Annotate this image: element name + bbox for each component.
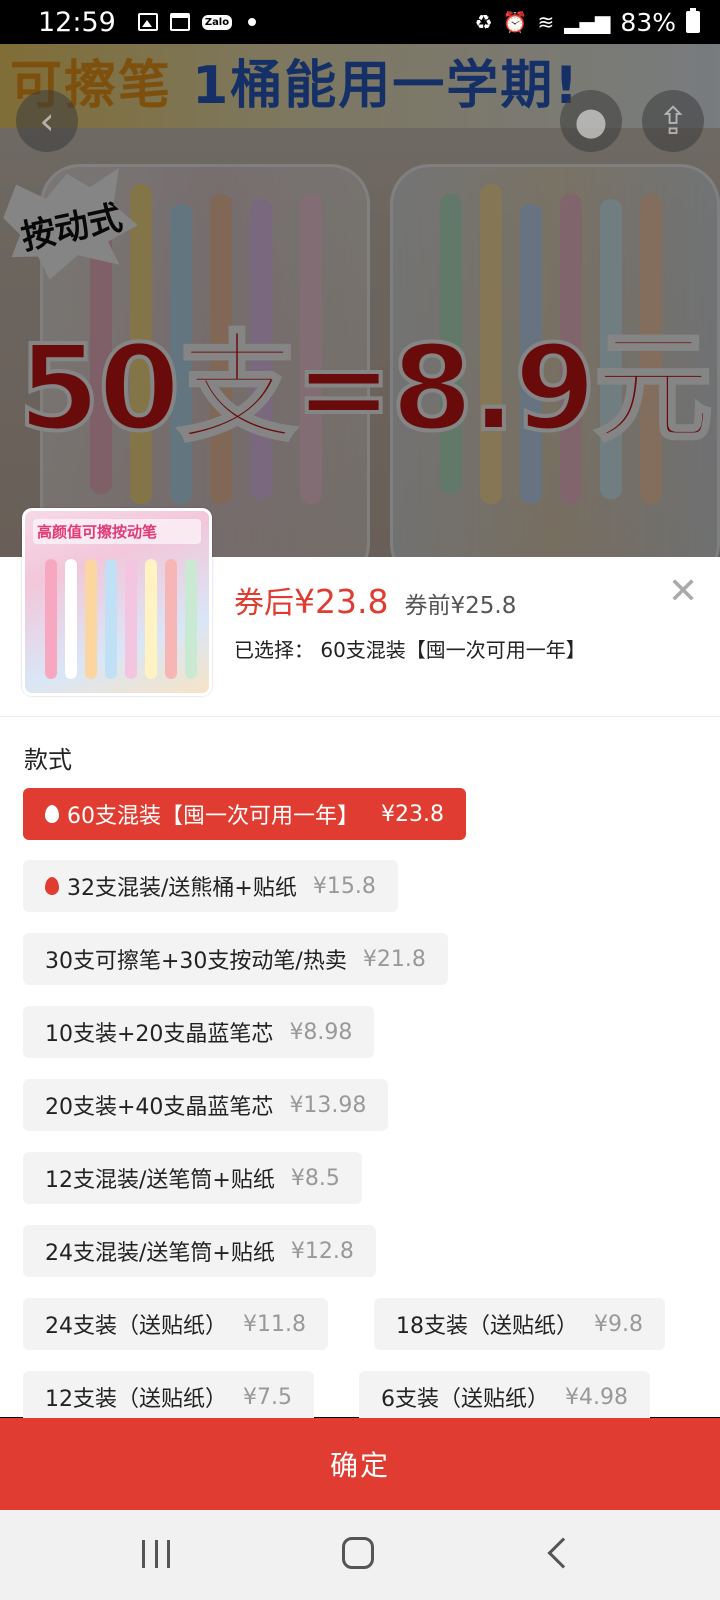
option-label: 24支混装/送笔筒+贴纸 [45,1241,275,1266]
option-chip[interactable]: 30支可擦笔+30支按动笔/热卖 ¥21.8 [23,933,448,985]
cart-icon[interactable]: ● [560,90,622,152]
option-chip[interactable]: 24支装（送贴纸） ¥11.8 [23,1298,328,1350]
battery-percent: 83% [620,7,676,37]
signal-icon: ▂▄▆ [564,10,611,34]
notification-dot-icon [248,18,257,26]
option-chip[interactable]: 12支混装/送笔筒+贴纸 ¥8.5 [23,1152,362,1204]
flame-icon [45,877,59,895]
option-chip[interactable]: 10支装+20支晶蓝笔芯 ¥8.98 [23,1006,375,1058]
home-icon[interactable] [342,1537,374,1569]
option-price: ¥15.8 [312,873,376,899]
option-label: 30支可擦笔+30支按动笔/热卖 [45,949,347,974]
option-label: 60支混装【囤一次可用一年】 [67,804,359,829]
pen [165,559,177,679]
option-label: 12支装（送贴纸） [45,1387,227,1412]
pen [85,559,97,679]
thumbnail-title: 高颜值可擦按动笔 [33,519,201,544]
pen [125,559,137,679]
option-price: ¥9.8 [594,1311,643,1337]
option-price: ¥8.5 [290,1165,340,1191]
price-after-label: 券后 [234,586,294,621]
pen [65,559,77,679]
system-nav-bar [0,1510,720,1600]
option-price: ¥12.8 [290,1238,354,1264]
status-time: 12:59 [38,6,116,38]
share-icon[interactable]: ⇪ [642,90,704,152]
option-label: 20支装+40支晶蓝笔芯 [45,1095,274,1120]
price-before: 券前¥25.8 [404,593,517,619]
divider [0,716,720,717]
option-chip[interactable]: 20支装+40支晶蓝笔芯 ¥13.98 [23,1079,389,1131]
back-arrow-icon[interactable]: ‹ [16,90,78,152]
price-row: 券后 ¥23.8 券前¥25.8 [234,578,516,622]
pen [45,559,57,679]
flame-icon [45,805,59,823]
option-label: 6支装（送贴纸） [381,1387,549,1412]
wifi-icon: ≋ [537,10,555,34]
status-right: ♻ ⏰ ≋ ▂▄▆ 83% [475,8,700,37]
option-chip[interactable]: 32支混装/送熊桶+贴纸 ¥15.8 [23,860,398,912]
calendar-icon [169,13,190,31]
option-chip[interactable]: 18支装（送贴纸） ¥9.8 [374,1298,665,1350]
nav-back-icon[interactable] [547,1537,579,1569]
style-section-title: 款式 [24,746,72,774]
option-label: 18支装（送贴纸） [396,1314,578,1339]
option-chip[interactable]: 24支混装/送笔筒+贴纸 ¥12.8 [23,1225,376,1277]
option-label: 10支装+20支晶蓝笔芯 [45,1022,274,1047]
option-chip[interactable]: 6支装（送贴纸） ¥4.98 [359,1371,650,1423]
confirm-button[interactable]: 确定 [0,1418,720,1510]
data-saver-icon: ♻ [474,10,493,34]
gallery-icon [137,13,158,31]
close-icon[interactable]: ✕ [668,574,698,610]
option-chip[interactable]: 12支装（送贴纸） ¥7.5 [23,1371,314,1423]
option-label: 32支混装/送熊桶+贴纸 [67,876,297,901]
option-chip[interactable]: 60支混装【囤一次可用一年】 ¥23.8 [23,788,466,840]
option-label: 12支混装/送笔筒+贴纸 [45,1168,275,1193]
selected-variant-text: 已选择： 60支混装【囤一次可用一年】 [234,638,586,662]
battery-icon [686,8,700,33]
alarm-icon: ⏰ [502,10,528,34]
recent-apps-icon[interactable] [142,1540,170,1568]
product-hero-image: 可擦笔 1桶能用一学期! 按动式 50支=8.9元 ‹ ● ⇪ [0,44,720,564]
option-price: ¥13.98 [289,1092,367,1118]
pen [185,559,197,679]
option-price: ¥8.98 [289,1019,353,1045]
option-label: 24支装（送贴纸） [45,1314,227,1339]
status-bar: 12:59 Zalo ♻ ⏰ ≋ ▂▄▆ 83% [0,0,720,44]
option-price: ¥7.5 [243,1384,292,1410]
option-price: ¥11.8 [243,1311,306,1337]
option-price: ¥4.98 [565,1384,628,1410]
pen [145,559,157,679]
price-after-value: ¥23.8 [294,582,389,621]
product-thumbnail[interactable]: 高颜值可擦按动笔 [22,508,212,696]
option-price: ¥21.8 [362,946,426,972]
pen [105,559,117,679]
zalo-icon: Zalo [201,14,233,30]
option-price: ¥23.8 [381,801,444,827]
